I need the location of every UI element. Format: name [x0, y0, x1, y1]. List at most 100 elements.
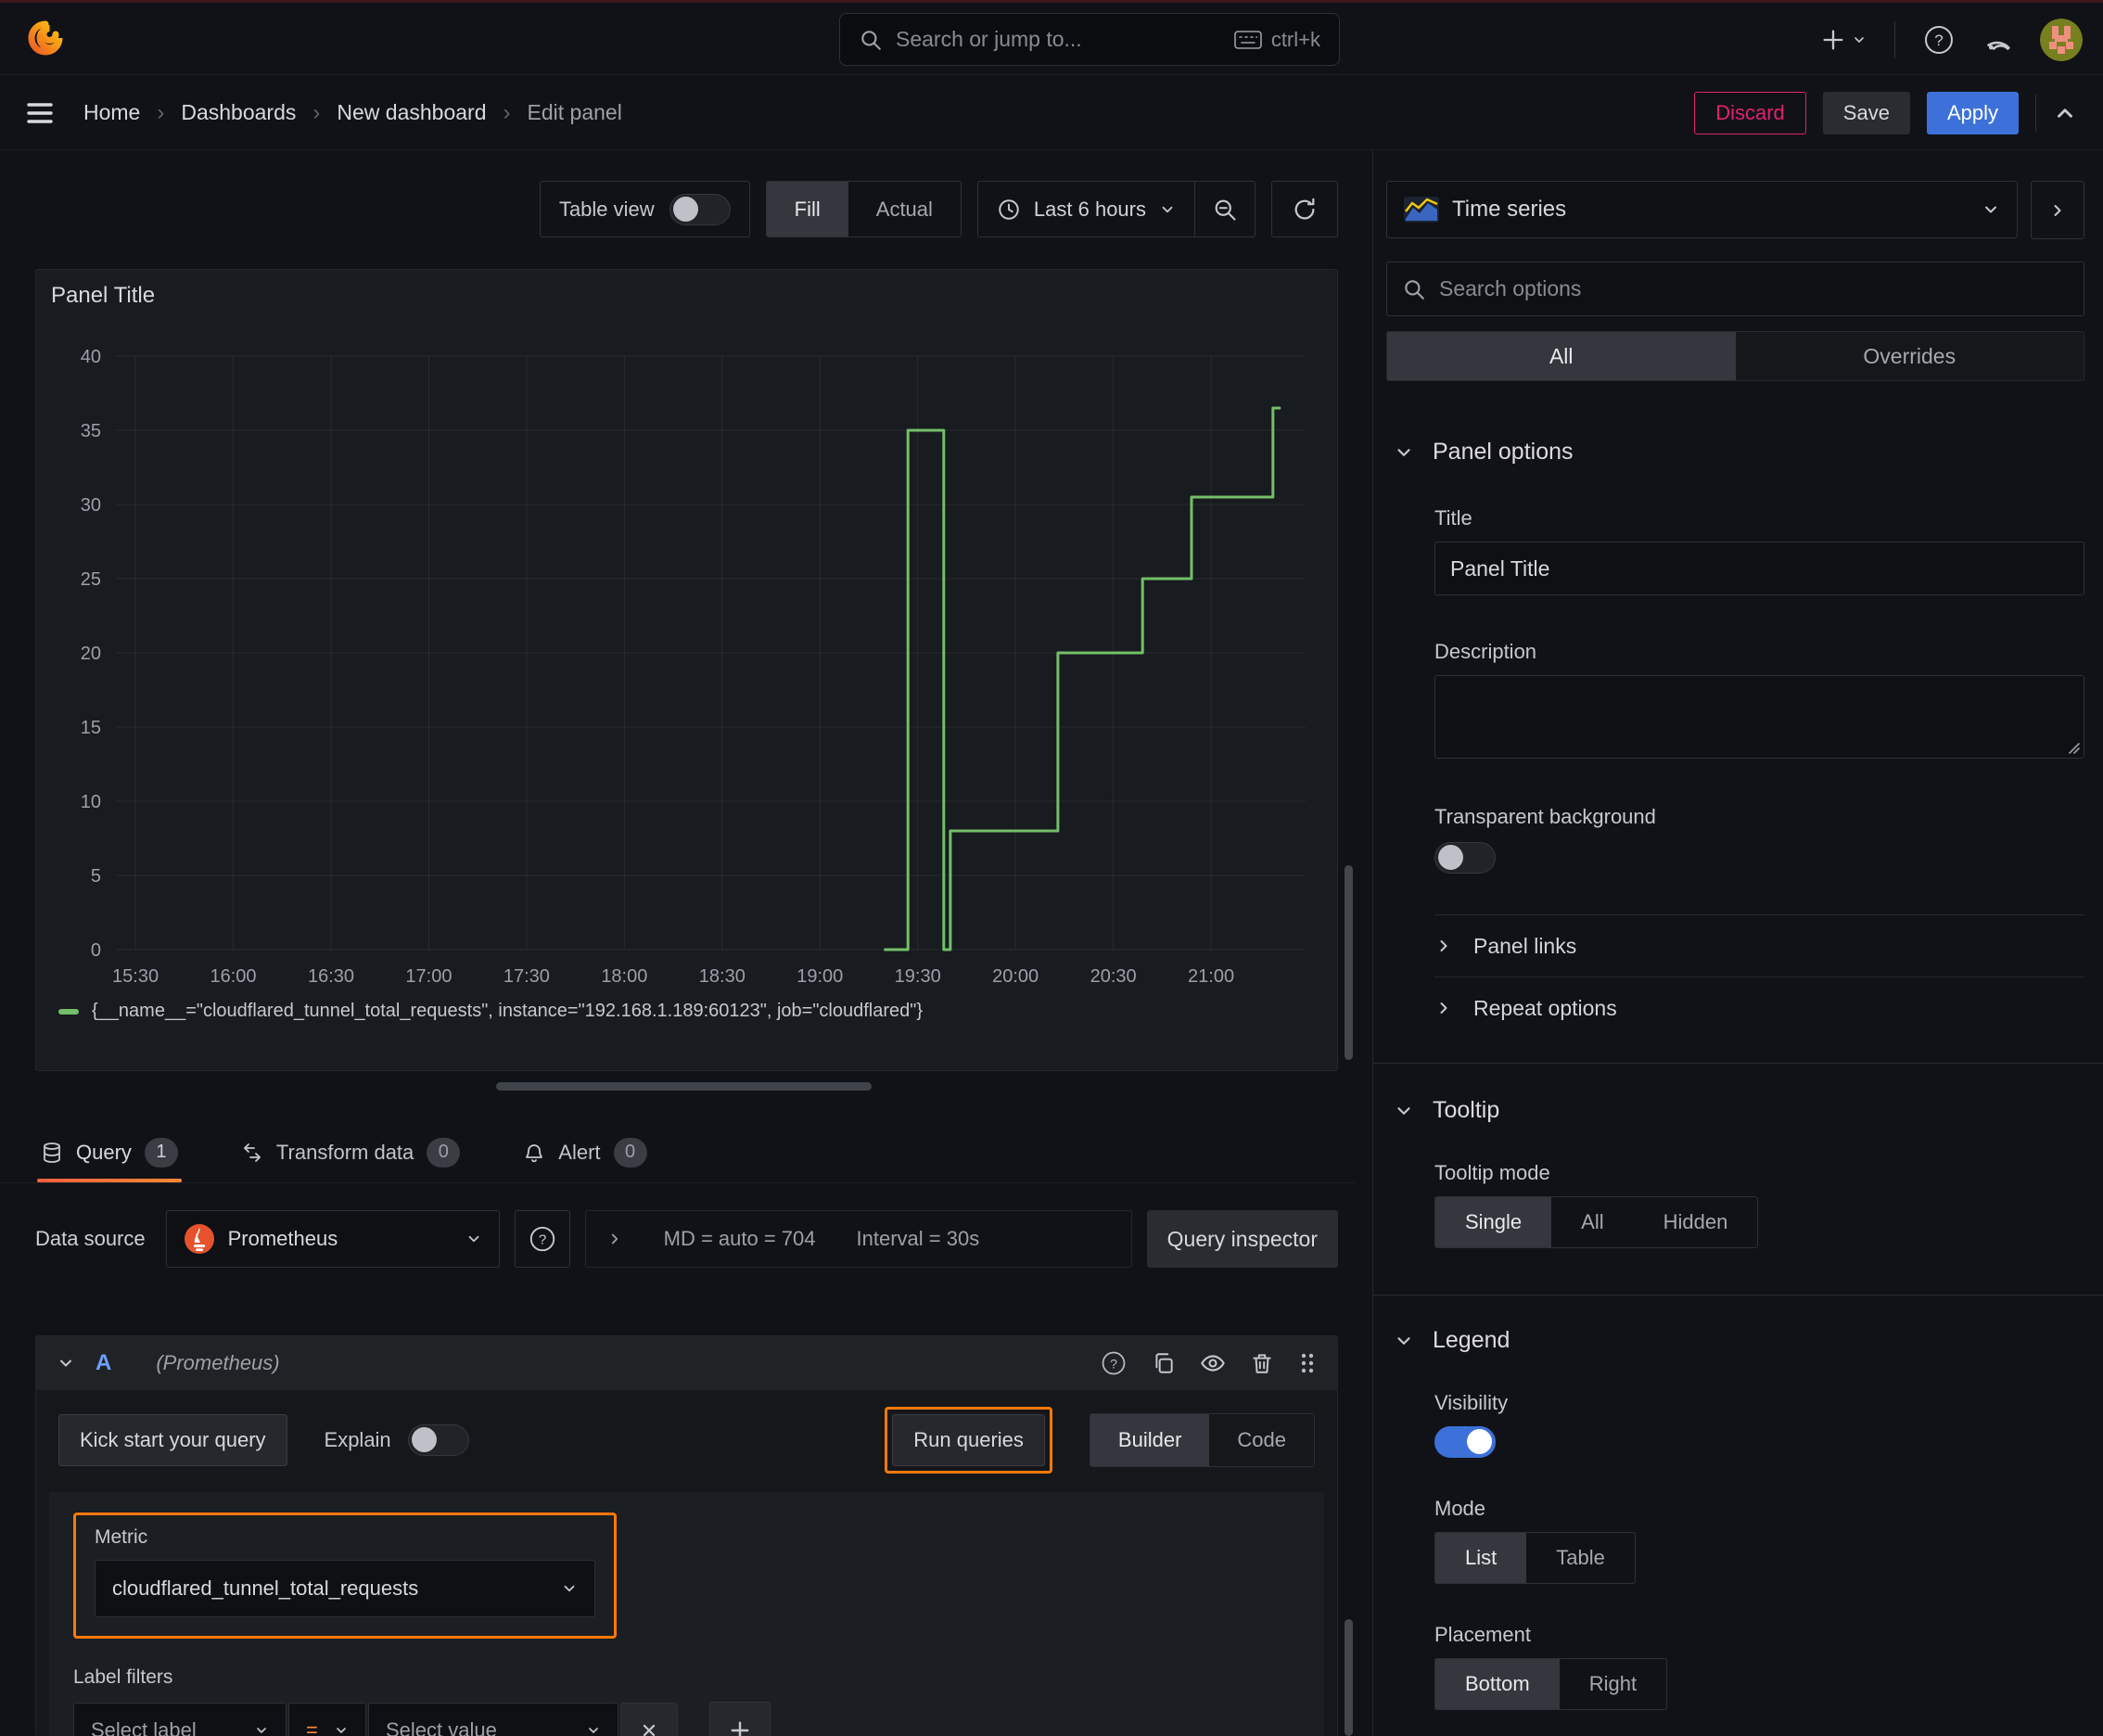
metric-select[interactable]: cloudflared_tunnel_total_requests [95, 1560, 595, 1617]
legend-header[interactable]: Legend [1394, 1327, 2084, 1354]
segment-builder[interactable]: Builder [1090, 1414, 1210, 1466]
menu-hamburger-icon[interactable] [26, 101, 54, 125]
panel-options-section: Panel options Title Description Transpar… [1386, 439, 2084, 1039]
time-range-picker: Last 6 hours [976, 181, 1255, 237]
chevron-right-icon [1440, 940, 1447, 951]
select-label-dropdown[interactable]: Select label [73, 1703, 287, 1736]
panel-title-input[interactable] [1434, 542, 2084, 595]
expand-viz-list-button[interactable] [2031, 181, 2084, 239]
time-range-button[interactable]: Last 6 hours [978, 198, 1194, 222]
visualization-select[interactable]: Time series [1386, 181, 2018, 238]
svg-text:20: 20 [81, 644, 101, 664]
query-scrollbar-thumb[interactable] [1345, 1619, 1353, 1736]
run-queries-button[interactable]: Run queries [892, 1414, 1045, 1466]
datasource-help-button[interactable]: ? [514, 1210, 570, 1268]
metric-highlight-box: Metric cloudflared_tunnel_total_requests [73, 1513, 617, 1639]
delete-query-trash-icon[interactable] [1250, 1351, 1274, 1375]
repeat-options-collapsed[interactable]: Repeat options [1434, 977, 2084, 1039]
query-row-header[interactable]: A (Prometheus) ? [36, 1336, 1337, 1390]
query-datasource-hint: (Prometheus) [156, 1351, 280, 1374]
plus-icon [731, 1721, 749, 1736]
segment-list[interactable]: List [1435, 1533, 1527, 1583]
chevron-down-icon [1162, 206, 1173, 212]
kick-start-query-button[interactable]: Kick start your query [58, 1414, 287, 1466]
segment-table[interactable]: Table [1526, 1533, 1635, 1583]
editor-mode-segmented: Builder Code [1089, 1413, 1315, 1467]
grafana-logo-icon[interactable] [24, 18, 67, 60]
options-scope-tabs: All Overrides [1386, 331, 2084, 381]
query-inspector-button[interactable]: Query inspector [1146, 1210, 1338, 1268]
chart-legend[interactable]: {__name__="cloudflared_tunnel_total_requ… [58, 1001, 1322, 1022]
select-value-dropdown[interactable]: Select value [368, 1703, 618, 1736]
news-rss-button[interactable] [1982, 25, 2012, 55]
panel-options-header[interactable]: Panel options [1394, 439, 2084, 466]
table-view-toggle[interactable] [669, 193, 731, 225]
time-series-chart[interactable]: 0 5 10 15 20 25 30 35 40 15:30 16:00 16:30 17:00 17:3… [51, 342, 1324, 991]
resize-handle-icon[interactable] [2067, 741, 2080, 754]
transparent-background-label: Transparent background [1434, 805, 1656, 828]
svg-text:15: 15 [81, 718, 101, 738]
breadcrumb-item-home[interactable]: Home [83, 100, 140, 125]
segment-single[interactable]: Single [1435, 1197, 1552, 1247]
duplicate-query-icon[interactable] [1152, 1351, 1176, 1375]
remove-filter-button[interactable] [620, 1703, 678, 1736]
transparent-background-toggle[interactable] [1434, 842, 1496, 874]
segment-right[interactable]: Right [1560, 1659, 1666, 1709]
tab-query[interactable]: Query 1 [37, 1122, 182, 1182]
global-search-input[interactable]: Search or jump to... ctrl+k [839, 13, 1340, 66]
add-filter-button[interactable] [709, 1702, 771, 1736]
svg-text:19:00: 19:00 [797, 966, 843, 987]
tab-alert[interactable]: Alert 0 [519, 1122, 650, 1182]
discard-button[interactable]: Discard [1694, 91, 1806, 134]
fit-mode-segmented: Fill Actual [765, 181, 962, 237]
segment-code[interactable]: Code [1209, 1414, 1314, 1466]
help-button[interactable]: ? [1923, 24, 1955, 56]
main-scrollbar-thumb[interactable] [1345, 865, 1353, 1060]
tooltip-header[interactable]: Tooltip [1394, 1097, 2084, 1124]
query-help-icon[interactable]: ? [1100, 1349, 1128, 1377]
zoom-out-time-range-button[interactable] [1195, 197, 1255, 223]
segment-bottom[interactable]: Bottom [1435, 1659, 1560, 1709]
breadcrumb-item-new-dashboard[interactable]: New dashboard [337, 100, 486, 125]
zoom-out-icon [1215, 199, 1236, 221]
chevron-down-icon [1854, 36, 1864, 43]
datasource-label: Data source [35, 1227, 146, 1250]
chevron-down-icon [1397, 1336, 1410, 1345]
legend-visibility-toggle[interactable] [1434, 1426, 1496, 1458]
segment-all[interactable]: All [1387, 332, 1736, 380]
keyboard-shortcut: ctrl+k [1234, 28, 1320, 52]
segment-actual[interactable]: Actual [848, 182, 961, 236]
panel-links-collapsed[interactable]: Panel links [1434, 915, 2084, 976]
operator-dropdown[interactable]: = [288, 1703, 366, 1736]
segment-hidden[interactable]: Hidden [1634, 1197, 1758, 1247]
breadcrumb: Home › Dashboards › New dashboard › Edit panel [83, 100, 622, 126]
collapse-options-chevron-up-icon[interactable] [2053, 101, 2077, 125]
svg-text:15:30: 15:30 [112, 966, 159, 987]
description-textarea[interactable] [1434, 675, 2084, 759]
svg-text:25: 25 [81, 569, 101, 590]
segment-overrides[interactable]: Overrides [1736, 332, 2084, 380]
user-avatar[interactable] [2040, 18, 2083, 61]
chevron-down-icon [1397, 448, 1410, 456]
apply-button[interactable]: Apply [1926, 91, 2019, 134]
query-row-actions: ? [1100, 1349, 1317, 1377]
search-placeholder: Search or jump to... [896, 27, 1082, 51]
add-new-button[interactable] [1820, 27, 1867, 53]
svg-text:18:00: 18:00 [601, 966, 647, 987]
segment-all[interactable]: All [1551, 1197, 1633, 1247]
svg-text:10: 10 [81, 792, 101, 812]
tab-transform-data[interactable]: Transform data 0 [237, 1122, 464, 1182]
grafana-edit-panel-screen: Search or jump to... ctrl+k ? Home › Das… [0, 0, 2103, 1736]
panel-resize-drag-handle[interactable] [496, 1082, 872, 1091]
toggle-query-visibility-eye-icon[interactable] [1200, 1350, 1226, 1376]
save-button[interactable]: Save [1822, 91, 1910, 134]
datasource-select[interactable]: Prometheus [165, 1210, 500, 1268]
explain-toggle[interactable] [407, 1424, 469, 1456]
drag-query-grip-icon[interactable] [1298, 1351, 1317, 1375]
segment-fill[interactable]: Fill [766, 182, 848, 236]
tooltip-mode-segmented: Single All Hidden [1434, 1196, 1759, 1248]
query-options-collapse[interactable]: MD = auto = 704 Interval = 30s [584, 1210, 1132, 1268]
breadcrumb-item-dashboards[interactable]: Dashboards [181, 100, 296, 125]
refresh-dashboard-button[interactable] [1271, 181, 1338, 237]
search-options-input[interactable]: Search options [1386, 262, 2084, 316]
